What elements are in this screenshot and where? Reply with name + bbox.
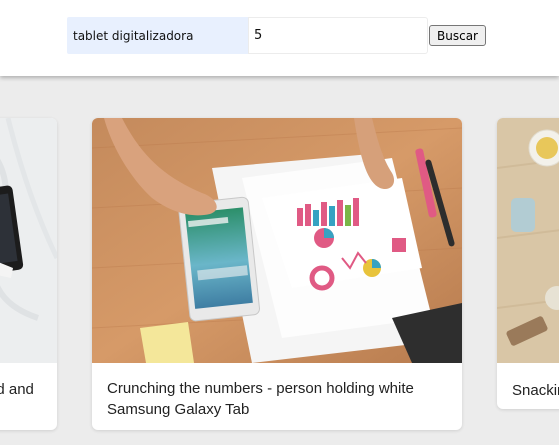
result-count-input[interactable] <box>248 17 428 54</box>
result-card-3[interactable]: Snackin <box>497 118 559 409</box>
result-card-2[interactable]: Crunching the numbers - person holding w… <box>92 118 462 430</box>
result-card-1[interactable]: ad and <box>0 118 57 430</box>
search-bar: Buscar <box>0 0 559 76</box>
result-image-1[interactable] <box>0 118 57 363</box>
search-button[interactable]: Buscar <box>429 25 486 46</box>
result-caption-3: Snackin <box>512 382 559 399</box>
search-query-input[interactable] <box>67 17 248 54</box>
result-image-2[interactable] <box>92 118 462 363</box>
result-caption-1: ad and <box>0 381 34 398</box>
result-caption-2: Crunching the numbers - person holding w… <box>107 380 414 418</box>
result-image-3[interactable] <box>497 118 559 363</box>
